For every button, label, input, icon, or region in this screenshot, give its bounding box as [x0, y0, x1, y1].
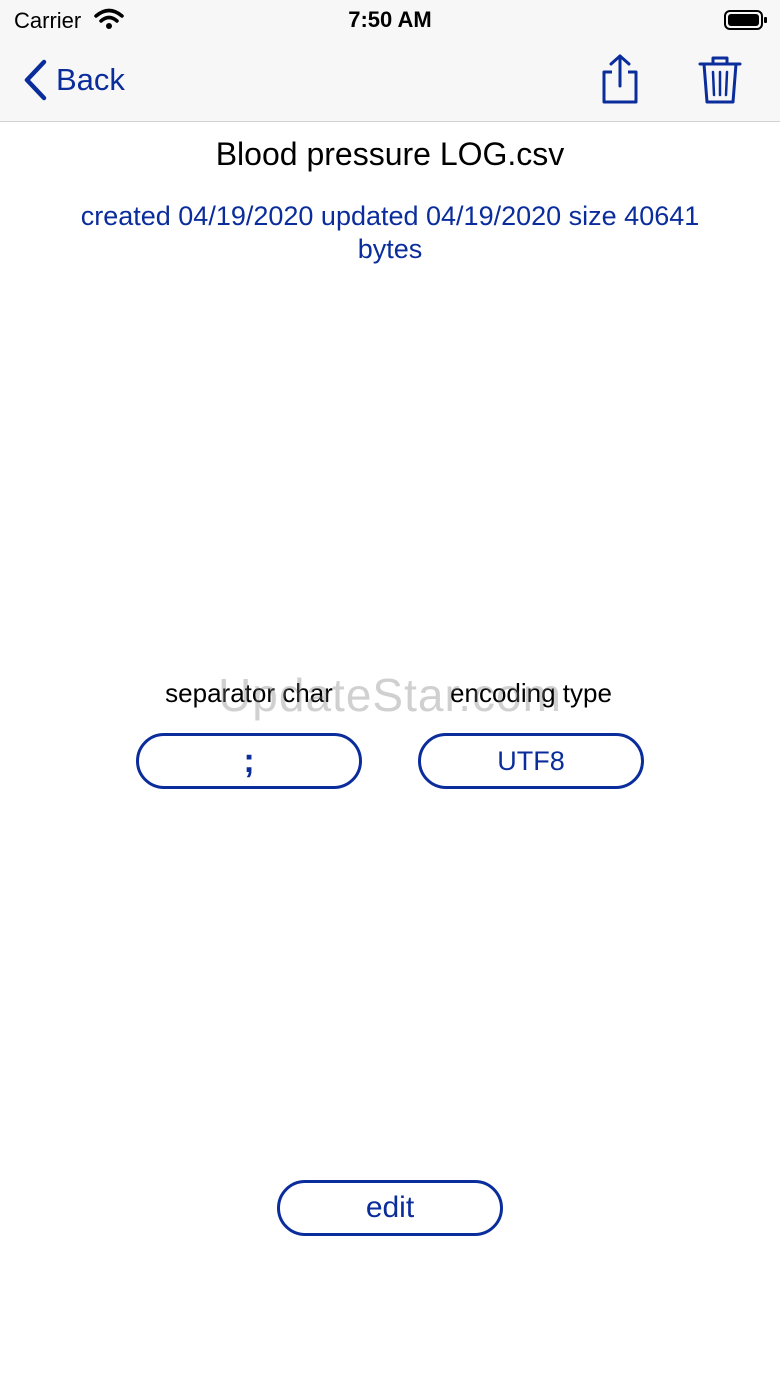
encoding-label: encoding type [450, 678, 612, 708]
separator-button[interactable]: ; [136, 733, 362, 789]
watermark: UpdateStar.com [218, 669, 562, 721]
back-button[interactable]: Back [20, 56, 125, 104]
battery-icon [724, 9, 768, 36]
status-bar: Carrier 7:50 AM [0, 0, 780, 40]
clock: 7:50 AM [348, 7, 432, 32]
encoding-button[interactable]: UTF8 [418, 733, 644, 789]
back-label: Back [56, 62, 125, 97]
share-icon [602, 54, 638, 104]
navigation-bar: Back [0, 40, 780, 122]
screen: Carrier 7:50 AM Back Blood pressure LOG.… [0, 0, 780, 1387]
trash-button[interactable] [698, 52, 742, 108]
edit-button[interactable]: edit [277, 1180, 503, 1236]
separator-label: separator char [165, 678, 333, 708]
share-button[interactable] [598, 52, 642, 108]
file-info: created 04/19/2020 updated 04/19/2020 si… [80, 201, 700, 264]
chevron-left-icon [24, 59, 47, 101]
trash-icon [698, 56, 742, 104]
file-title: Blood pressure LOG.csv [215, 136, 565, 172]
